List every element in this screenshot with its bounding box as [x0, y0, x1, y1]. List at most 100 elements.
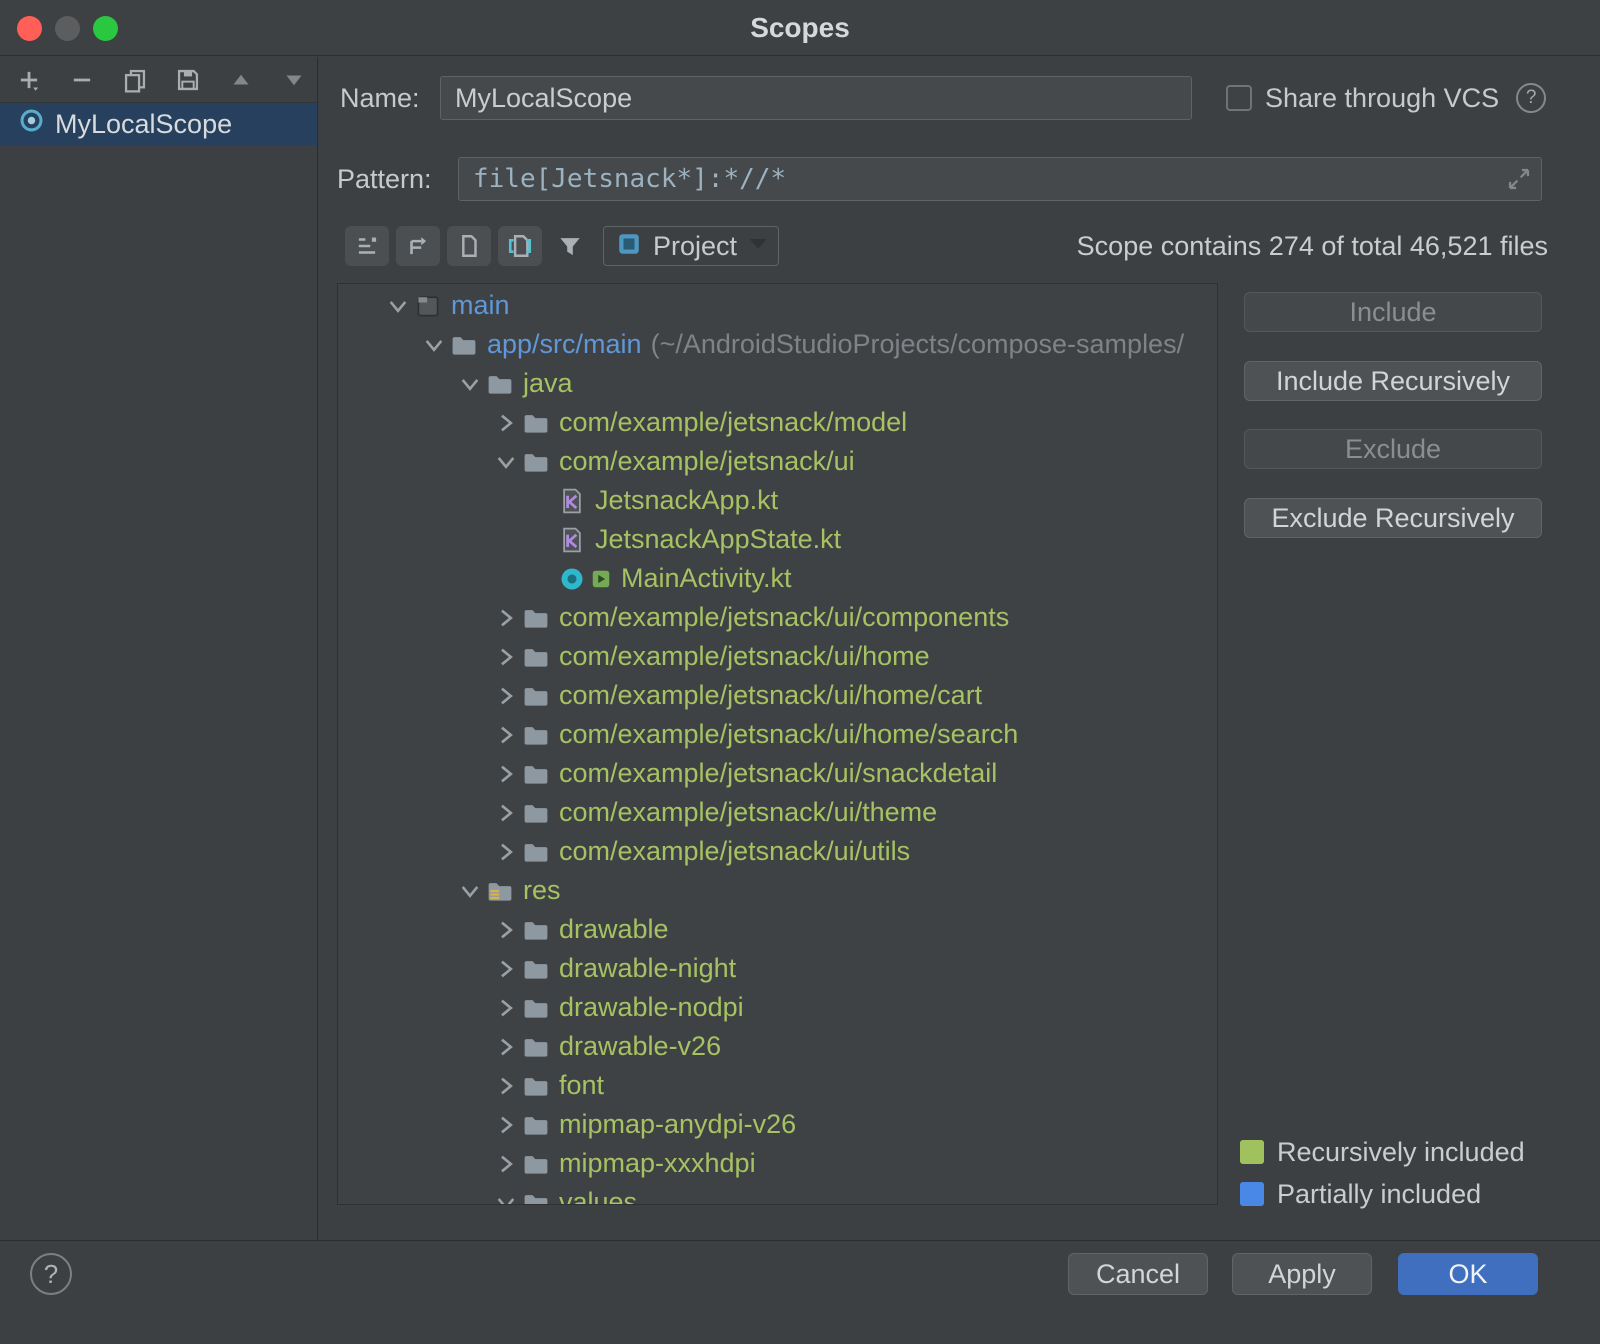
tree-row[interactable]: res	[338, 871, 1217, 910]
chevron-icon[interactable]	[490, 992, 522, 1024]
legend-recursive-label: Recursively included	[1277, 1137, 1525, 1168]
scope-list-item[interactable]: MyLocalScope	[0, 103, 317, 145]
tree-node-path: (~/AndroidStudioProjects/compose-samples…	[651, 329, 1185, 360]
tree-row[interactable]: drawable-nodpi	[338, 988, 1217, 1027]
node-icon	[522, 837, 550, 867]
show-modules-button[interactable]	[345, 226, 389, 266]
chevron-icon[interactable]	[382, 290, 414, 322]
scope-summary: Scope contains 274 of total 46,521 files	[1077, 226, 1548, 266]
apply-button[interactable]: Apply	[1232, 1253, 1372, 1295]
chevron-icon[interactable]	[490, 1148, 522, 1180]
chevron-icon[interactable]	[490, 758, 522, 790]
help-icon[interactable]: ?	[1516, 83, 1546, 113]
chevron-icon[interactable]	[490, 602, 522, 634]
tree-row[interactable]: com/example/jetsnack/ui/snackdetail	[338, 754, 1217, 793]
pattern-input[interactable]	[458, 157, 1542, 201]
node-icon	[558, 486, 586, 516]
node-icon	[486, 369, 514, 399]
node-icon	[522, 447, 550, 477]
chevron-icon[interactable]	[454, 368, 486, 400]
node-icon	[450, 330, 478, 360]
include-button[interactable]: Include	[1244, 292, 1542, 332]
tree-row[interactable]: java	[338, 364, 1217, 403]
node-icon	[522, 1188, 550, 1206]
tree-node-label: drawable	[559, 914, 669, 945]
chevron-icon[interactable]	[454, 875, 486, 907]
scope-tree-panel: main app/src/main (~/AndroidStudioProjec…	[337, 283, 1218, 1205]
tree-row[interactable]: com/example/jetsnack/ui/home/search	[338, 715, 1217, 754]
node-icon	[522, 720, 550, 750]
name-label: Name:	[340, 76, 420, 120]
tree-node-label: com/example/jetsnack/ui/home	[559, 641, 930, 672]
save-scope-button[interactable]	[175, 67, 201, 93]
share-vcs-checkbox[interactable]	[1226, 85, 1252, 111]
chevron-icon[interactable]	[490, 1187, 522, 1206]
tree-row[interactable]: JetsnackApp.kt	[338, 481, 1217, 520]
chevron-icon[interactable]	[490, 953, 522, 985]
tree-row[interactable]: main	[338, 286, 1217, 325]
tree-row[interactable]: drawable	[338, 910, 1217, 949]
show-included-files-button[interactable]	[498, 226, 542, 266]
tree-row[interactable]: drawable-v26	[338, 1027, 1217, 1066]
help-button[interactable]: ?	[30, 1253, 72, 1295]
filter-icon[interactable]	[553, 230, 587, 262]
window-title: Scopes	[0, 0, 1600, 55]
chevron-icon[interactable]	[490, 641, 522, 673]
tree-node-label: font	[559, 1070, 604, 1101]
tree-row[interactable]: app/src/main (~/AndroidStudioProjects/co…	[338, 325, 1217, 364]
tree-row[interactable]: JetsnackAppState.kt	[338, 520, 1217, 559]
tree-row[interactable]: MainActivity.kt	[338, 559, 1217, 598]
tree-row[interactable]: com/example/jetsnack/ui/home/cart	[338, 676, 1217, 715]
pattern-label: Pattern:	[337, 157, 432, 201]
chevron-icon[interactable]	[418, 329, 450, 361]
chevron-icon[interactable]	[490, 1031, 522, 1063]
tree-row[interactable]: drawable-night	[338, 949, 1217, 988]
remove-scope-button[interactable]	[69, 67, 95, 93]
include-recursively-button[interactable]: Include Recursively	[1244, 361, 1542, 401]
tree-node-label: MainActivity.kt	[621, 563, 792, 594]
tree-node-label: com/example/jetsnack/ui/theme	[559, 797, 937, 828]
tree-row[interactable]: com/example/jetsnack/ui/home	[338, 637, 1217, 676]
tree-node-label: drawable-night	[559, 953, 736, 984]
view-selector-dropdown[interactable]: Project	[603, 226, 779, 266]
chevron-icon[interactable]	[490, 1070, 522, 1102]
chevron-icon[interactable]	[490, 914, 522, 946]
chevron-icon[interactable]	[490, 719, 522, 751]
node-icon	[522, 681, 550, 711]
exclude-recursively-button[interactable]: Exclude Recursively	[1244, 498, 1542, 538]
tree-row[interactable]: com/example/jetsnack/ui/utils	[338, 832, 1217, 871]
chevron-icon[interactable]	[490, 836, 522, 868]
tree-node-label: res	[523, 875, 561, 906]
chevron-icon[interactable]	[490, 1109, 522, 1141]
tree-row[interactable]: font	[338, 1066, 1217, 1105]
move-down-button[interactable]	[281, 67, 307, 93]
flatten-packages-button[interactable]	[396, 226, 440, 266]
move-up-button[interactable]	[228, 67, 254, 93]
tree-row[interactable]: com/example/jetsnack/ui	[338, 442, 1217, 481]
exclude-button[interactable]: Exclude	[1244, 429, 1542, 469]
tree-row[interactable]: values	[338, 1183, 1217, 1205]
tree-node-label: com/example/jetsnack/ui/home/search	[559, 719, 1018, 750]
ok-button[interactable]: OK	[1398, 1253, 1538, 1295]
scope-icon	[18, 107, 45, 141]
tree-row[interactable]: com/example/jetsnack/model	[338, 403, 1217, 442]
cancel-button[interactable]: Cancel	[1068, 1253, 1208, 1295]
tree-node-label: JetsnackAppState.kt	[595, 524, 841, 555]
tree-row[interactable]: com/example/jetsnack/ui/components	[338, 598, 1217, 637]
node-icon	[558, 564, 612, 594]
tree-node-label: JetsnackApp.kt	[595, 485, 778, 516]
tree-node-label: drawable-v26	[559, 1031, 721, 1062]
show-files-button[interactable]	[447, 226, 491, 266]
add-scope-button[interactable]	[16, 67, 42, 93]
expand-pattern-icon[interactable]	[1506, 166, 1532, 192]
chevron-icon[interactable]	[490, 446, 522, 478]
tree-row[interactable]: com/example/jetsnack/ui/theme	[338, 793, 1217, 832]
chevron-icon[interactable]	[490, 680, 522, 712]
chevron-icon[interactable]	[490, 407, 522, 439]
copy-scope-button[interactable]	[122, 67, 148, 93]
tree-node-label: com/example/jetsnack/ui/utils	[559, 836, 910, 867]
scope-name-input[interactable]	[440, 76, 1192, 120]
tree-row[interactable]: mipmap-xxxhdpi	[338, 1144, 1217, 1183]
tree-row[interactable]: mipmap-anydpi-v26	[338, 1105, 1217, 1144]
chevron-icon[interactable]	[490, 797, 522, 829]
